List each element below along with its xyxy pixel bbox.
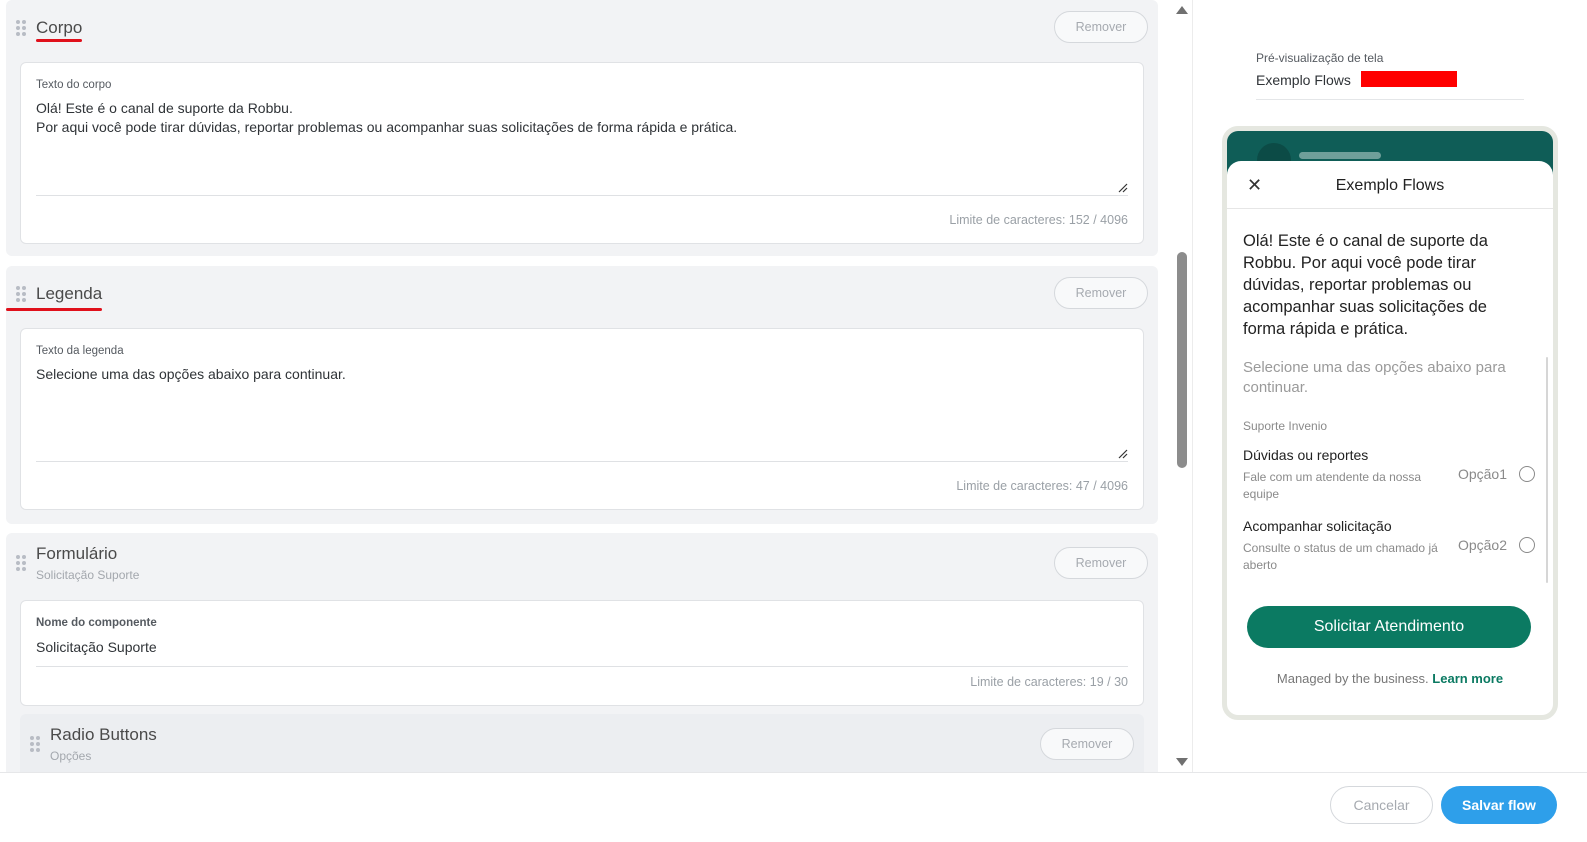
- option-description: Consulte o status de um chamado já abert…: [1243, 541, 1438, 572]
- section-legenda: Legenda Remover Texto da legenda Selecio…: [6, 266, 1158, 524]
- section-corpo: Corpo Remover Texto do corpo Olá! Este é…: [6, 0, 1158, 256]
- cancel-button[interactable]: Cancelar: [1330, 786, 1433, 824]
- resize-handle-icon[interactable]: [1118, 183, 1128, 193]
- block-title: Radio Buttons: [50, 725, 157, 744]
- radio-button[interactable]: [1519, 537, 1535, 553]
- field-label: Texto da legenda: [36, 345, 124, 357]
- char-counter-prefix: Limite de caracteres:: [956, 479, 1073, 493]
- section-formulario: Formulário Solicitação Suporte Remover N…: [6, 533, 1158, 772]
- preview-divider: [1256, 99, 1524, 100]
- field-label: Texto do corpo: [36, 79, 112, 91]
- option-value: Opção2: [1457, 537, 1507, 553]
- section-title: Corpo: [36, 18, 83, 37]
- char-counter: Limite de caracteres: 47 / 4096: [956, 479, 1128, 493]
- panel-divider: [1192, 0, 1193, 772]
- radio-buttons-block: Radio Buttons Opções Remover: [20, 714, 1144, 772]
- remove-button[interactable]: Remover: [1054, 277, 1148, 309]
- section-title: Formulário: [36, 544, 118, 563]
- option-title: Acompanhar solicitação: [1243, 518, 1392, 534]
- flow-editor-app: Corpo Remover Texto do corpo Olá! Este é…: [0, 0, 1587, 842]
- sheet-divider: [1227, 208, 1553, 209]
- radio-option[interactable]: Dúvidas ou reportes Fale com um atendent…: [1243, 447, 1535, 503]
- sheet-body-text: Olá! Este é o canal de suporte da Robbu.…: [1243, 232, 1488, 338]
- phone-preview: ✕ Exemplo Flows Olá! Este é o canal de s…: [1222, 126, 1558, 720]
- option-value: Opção1: [1457, 466, 1507, 482]
- block-subtitle: Opções: [50, 749, 92, 763]
- red-underline-annotation: [36, 39, 82, 42]
- body-text-card: Texto do corpo Olá! Este é o canal de su…: [20, 62, 1144, 244]
- char-counter-value: 19 / 30: [1089, 675, 1128, 689]
- preview-screen-name: Exemplo Flows: [1256, 72, 1351, 88]
- body-textarea[interactable]: Olá! Este é o canal de suporte da Robbu.…: [36, 99, 1128, 137]
- solicitar-atendimento-button[interactable]: Solicitar Atendimento: [1247, 606, 1531, 648]
- radio-button[interactable]: [1519, 466, 1535, 482]
- editor-panel: Corpo Remover Texto do corpo Olá! Este é…: [0, 0, 1168, 772]
- option-title: Dúvidas ou reportes: [1243, 447, 1369, 463]
- caption-textarea[interactable]: Selecione uma das opções abaixo para con…: [36, 365, 1128, 384]
- char-counter-prefix: Limite de caracteres:: [970, 675, 1087, 689]
- caption-text-card: Texto da legenda Selecione uma das opçõe…: [20, 328, 1144, 510]
- component-name-card: Nome do componente Solicitação Suporte L…: [20, 600, 1144, 706]
- section-subtitle: Solicitação Suporte: [36, 568, 140, 582]
- remove-button[interactable]: Remover: [1040, 728, 1134, 760]
- drag-handle-icon[interactable]: [30, 736, 40, 752]
- scroll-down-arrow-icon[interactable]: [1176, 758, 1188, 766]
- drag-handle-icon[interactable]: [16, 555, 26, 571]
- managed-text: Managed by the business.: [1276, 671, 1429, 686]
- sheet-title: Exemplo Flows: [1335, 177, 1445, 194]
- component-name-input[interactable]: Solicitação Suporte: [36, 638, 1128, 657]
- red-underline-annotation: [6, 308, 102, 311]
- char-counter: Limite de caracteres: 19 / 30: [970, 675, 1128, 689]
- field-underline: [36, 195, 1128, 196]
- save-flow-button[interactable]: Salvar flow: [1441, 786, 1557, 824]
- editor-scrollbar[interactable]: [1170, 0, 1192, 772]
- section-title: Legenda: [36, 284, 103, 303]
- learn-more-link[interactable]: Learn more: [1432, 671, 1503, 686]
- scroll-up-arrow-icon[interactable]: [1176, 6, 1188, 14]
- radio-group-label: Suporte Invenio: [1243, 419, 1328, 433]
- char-counter-prefix: Limite de caracteres:: [949, 213, 1066, 227]
- field-underline: [36, 666, 1128, 667]
- radio-option[interactable]: Acompanhar solicitação Consulte o status…: [1243, 518, 1535, 574]
- option-description: Fale com um atendente da nossa equipe: [1243, 470, 1422, 501]
- remove-button[interactable]: Remover: [1054, 11, 1148, 43]
- sheet-scrollbar[interactable]: [1546, 357, 1548, 583]
- sheet-caption-text: Selecione uma das opções abaixo para con…: [1243, 359, 1506, 396]
- managed-by-business-note: Managed by the business. Learn more: [1227, 671, 1553, 686]
- contact-name-placeholder: [1299, 152, 1381, 159]
- redaction-box: [1361, 71, 1457, 87]
- scrollbar-thumb[interactable]: [1177, 252, 1187, 468]
- resize-handle-icon[interactable]: [1118, 449, 1128, 459]
- field-label: Nome do componente: [36, 617, 157, 629]
- field-underline: [36, 461, 1128, 462]
- char-counter: Limite de caracteres: 152 / 4096: [949, 213, 1128, 227]
- footer-bar: Cancelar Salvar flow: [0, 772, 1587, 842]
- remove-button[interactable]: Remover: [1054, 547, 1148, 579]
- drag-handle-icon[interactable]: [16, 20, 26, 36]
- char-counter-value: 152 / 4096: [1068, 213, 1128, 227]
- flow-sheet: ✕ Exemplo Flows Olá! Este é o canal de s…: [1227, 161, 1553, 715]
- preview-label: Pré-visualização de tela: [1256, 51, 1384, 65]
- char-counter-value: 47 / 4096: [1075, 479, 1128, 493]
- drag-handle-icon[interactable]: [16, 286, 26, 302]
